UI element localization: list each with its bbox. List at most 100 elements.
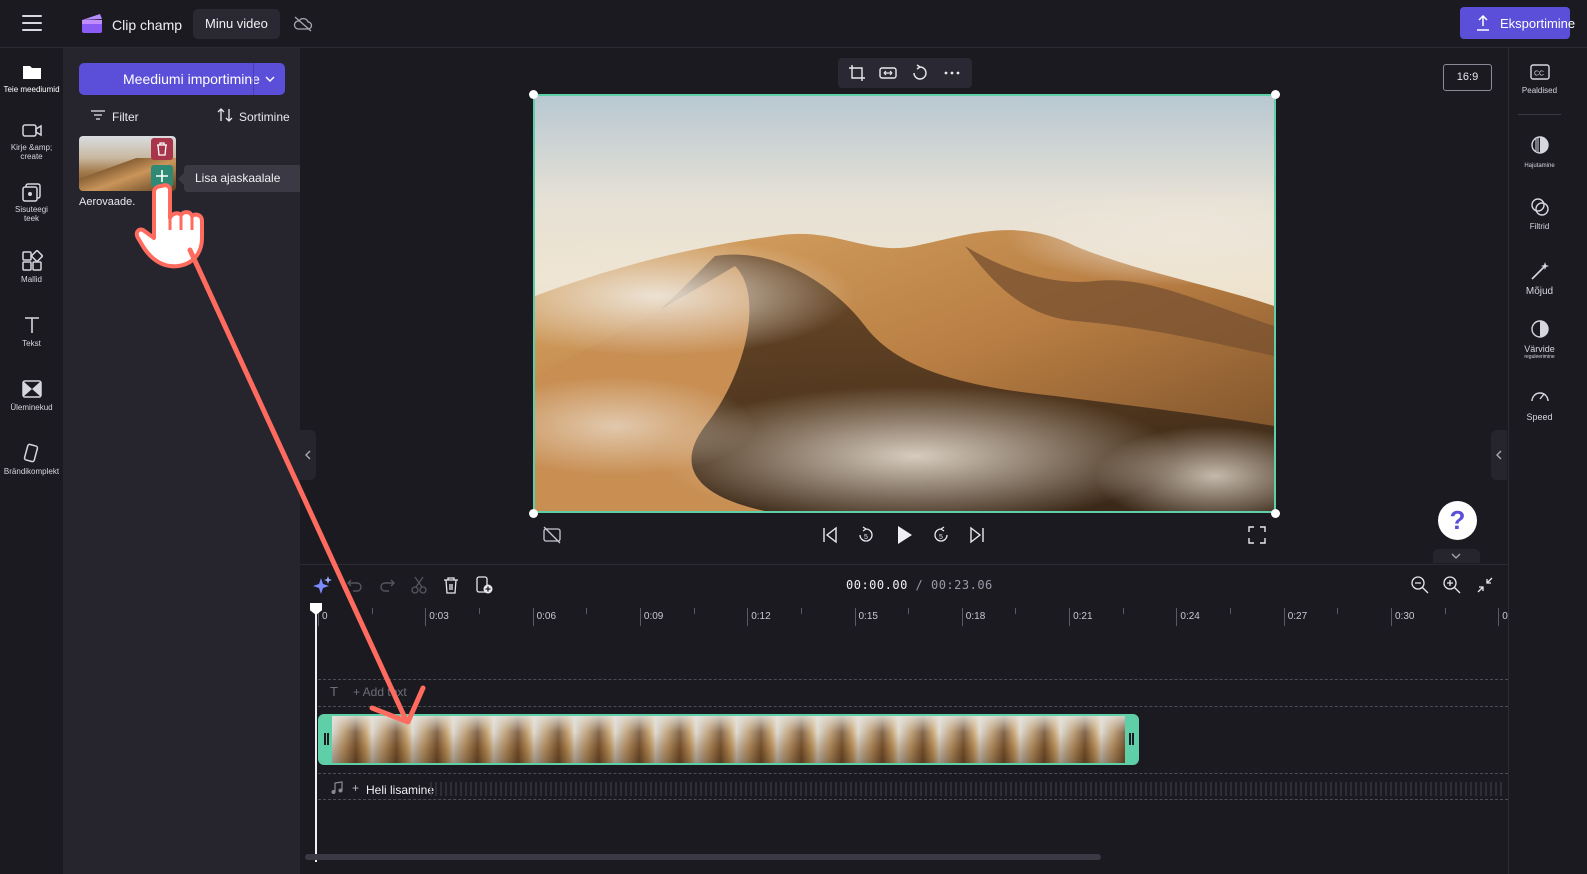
ruler-tick — [1391, 608, 1392, 626]
forward-5-icon[interactable]: 5 — [930, 524, 952, 546]
export-label: Eksportimine — [1500, 16, 1576, 31]
collapse-left-panel-button[interactable] — [300, 430, 316, 480]
crop-icon[interactable] — [848, 64, 866, 82]
zoom-in-icon[interactable] — [1442, 575, 1462, 595]
import-media-button[interactable]: Meediumi importimine — [79, 63, 285, 95]
nav-label: Brändikomplekt — [3, 467, 60, 476]
ruler-tick — [854, 608, 856, 626]
nav-item-transitions[interactable]: Üleminekud — [0, 378, 63, 412]
video-clip[interactable] — [318, 714, 1139, 765]
ruler-minor-tick — [693, 608, 695, 614]
nav-item-your-media[interactable]: Teie meediumid — [0, 62, 63, 94]
menu-hamburger-icon[interactable] — [22, 15, 42, 31]
help-button[interactable]: ? — [1438, 501, 1477, 540]
video-camera-icon — [21, 124, 42, 137]
help-collapse-button[interactable] — [1433, 549, 1480, 563]
speed-gauge-icon — [1530, 392, 1549, 402]
redo-icon[interactable] — [377, 575, 397, 595]
fit-icon[interactable] — [879, 64, 897, 82]
ruler-tick — [1176, 608, 1178, 626]
video-preview[interactable] — [533, 94, 1276, 513]
rnav-effects[interactable]: Mõjud — [1508, 260, 1571, 297]
ruler-tick — [747, 608, 749, 626]
text-track-icon: T — [330, 684, 338, 699]
top-bar: Clip champ Minu video Eksportimine — [0, 0, 1587, 48]
cloud-off-icon[interactable] — [293, 15, 313, 33]
ruler-tick — [1498, 608, 1500, 626]
aspect-ratio-button[interactable]: 16:9 — [1443, 64, 1492, 91]
skip-to-end-icon[interactable] — [966, 524, 988, 546]
sort-button[interactable]: Sortimine — [216, 106, 290, 127]
chevron-down-icon[interactable] — [265, 75, 275, 83]
add-text-track[interactable]: + Add text — [353, 685, 407, 699]
track-divider — [318, 679, 1508, 680]
project-name-field[interactable]: Minu video — [193, 9, 280, 39]
nav-item-brand-kit[interactable]: Brändikomplekt — [0, 442, 63, 476]
rnav-speed[interactable]: Speed — [1508, 386, 1571, 422]
ruler-minor-tick — [1015, 608, 1017, 614]
rnav-captions[interactable]: CC Pealdised — [1508, 62, 1571, 95]
ruler-tick-label: 0:24 — [1180, 611, 1200, 622]
clip-trim-handle-right[interactable] — [1125, 716, 1137, 763]
ruler-tick — [961, 608, 963, 626]
duplicate-add-icon[interactable] — [474, 575, 494, 595]
captions-icon: CC — [1529, 64, 1550, 80]
clip-trim-handle-left[interactable] — [320, 716, 332, 763]
brand-kit-icon — [23, 443, 38, 463]
ruler-minor-tick — [586, 608, 588, 614]
delete-icon[interactable] — [441, 575, 461, 595]
rnav-filters[interactable]: Filtrid — [1508, 196, 1571, 231]
add-audio-plus[interactable]: + — [352, 781, 359, 795]
fade-icon — [1530, 136, 1549, 154]
playhead-line[interactable] — [315, 604, 317, 862]
resize-handle-top-right[interactable] — [1271, 90, 1280, 99]
rnav-fade[interactable]: Hajutamine — [1508, 134, 1571, 169]
split-scissors-icon[interactable] — [409, 575, 429, 595]
rnav-color-adjust[interactable]: Värvide reguleerimine — [1508, 318, 1571, 360]
ruler-minor-tick — [1444, 608, 1446, 614]
nav-label: Üleminekud — [10, 403, 53, 412]
nav-item-text[interactable]: Tekst — [0, 314, 63, 348]
timeline-ruler[interactable] — [300, 604, 1508, 632]
more-options-icon[interactable] — [943, 64, 961, 82]
resize-handle-bottom-left[interactable] — [529, 509, 538, 518]
resize-handle-bottom-right[interactable] — [1271, 509, 1280, 518]
play-icon[interactable] — [893, 524, 915, 546]
filter-button[interactable]: Filter — [90, 108, 139, 125]
ruler-minor-tick — [371, 608, 373, 614]
color-adjust-icon — [1530, 320, 1549, 338]
resize-handle-top-left[interactable] — [529, 90, 538, 99]
undo-icon[interactable] — [345, 575, 365, 595]
text-icon — [24, 317, 39, 333]
media-item-name: Aerovaade. — [79, 196, 136, 208]
audio-waveform-placeholder — [430, 782, 1505, 796]
total-duration: / 00:23.06 — [915, 578, 993, 592]
export-button[interactable]: Eksportimine — [1460, 7, 1575, 39]
nav-item-record-create[interactable]: Kirje &amp; create — [0, 120, 63, 161]
delete-media-button[interactable] — [151, 138, 173, 160]
rnav-label: Mõjud — [1525, 286, 1554, 297]
rewind-5-icon[interactable]: 5 — [855, 524, 877, 546]
nav-item-content-library[interactable]: Sisuteegi teek — [0, 182, 63, 223]
nav-label: Teie meediumid — [3, 85, 60, 94]
chevron-left-icon — [1496, 450, 1502, 460]
upload-icon — [1477, 15, 1489, 31]
screenshot-off-icon[interactable] — [541, 524, 563, 546]
collapse-right-panel-button[interactable] — [1491, 430, 1507, 480]
ai-sparkle-icon[interactable] — [313, 575, 333, 595]
rotate-icon[interactable] — [911, 64, 929, 82]
fit-timeline-icon[interactable] — [1475, 575, 1495, 595]
ruler-minor-tick — [478, 608, 480, 614]
timeline-scrollbar[interactable] — [305, 854, 1101, 860]
rnav-label: Pealdised — [1521, 86, 1558, 95]
ruler-tick — [639, 608, 641, 626]
filter-icon — [91, 110, 105, 120]
fullscreen-icon[interactable] — [1246, 524, 1268, 546]
track-divider — [318, 799, 1508, 800]
ruler-tick — [425, 608, 427, 626]
nav-item-templates[interactable]: Mallid — [0, 250, 63, 284]
zoom-out-icon[interactable] — [1410, 575, 1430, 595]
skip-to-start-icon[interactable] — [819, 524, 841, 546]
rnav-label: Hajutamine — [1524, 163, 1555, 169]
add-audio-track[interactable]: Heli lisamine — [366, 783, 434, 797]
